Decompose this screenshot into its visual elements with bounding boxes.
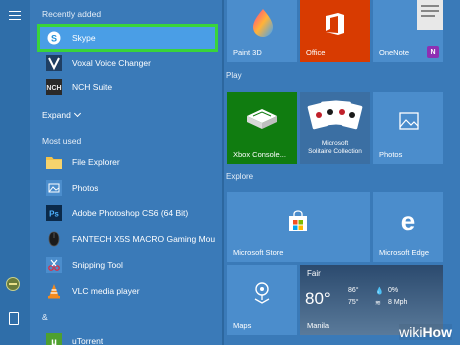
- app-item-file-explorer[interactable]: File Explorer: [40, 151, 215, 173]
- photoshop-icon: Ps: [45, 204, 63, 222]
- app-item-nch[interactable]: NCH NCH Suite: [40, 76, 215, 98]
- weather-precip: 0%: [388, 287, 399, 294]
- folder-icon: [45, 153, 63, 171]
- documents-icon[interactable]: [9, 312, 19, 325]
- app-item-voxal[interactable]: Voxal Voice Changer: [40, 52, 215, 74]
- raindrop-icon: 💧: [375, 288, 384, 295]
- wikihow-watermark: wikiHow: [399, 324, 452, 340]
- app-label: uTorrent: [72, 336, 104, 345]
- app-item-vlc[interactable]: VLC media player: [40, 280, 215, 302]
- section-recently-added: Recently added: [42, 9, 102, 19]
- app-item-snipping-tool[interactable]: Snipping Tool: [40, 254, 215, 276]
- app-label: NCH Suite: [72, 82, 113, 92]
- svg-text:NCH: NCH: [46, 85, 61, 92]
- tile-xbox[interactable]: Xbox Console...: [227, 92, 297, 164]
- photos-icon: [45, 179, 63, 197]
- app-item-fantech[interactable]: FANTECH X5S MACRO Gaming Mou...: [40, 228, 215, 250]
- tile-label: Paint 3D: [233, 48, 262, 57]
- group-play: Play: [226, 71, 242, 80]
- tile-label: OneNote: [379, 48, 410, 57]
- edge-icon: e: [401, 208, 415, 234]
- tile-label: Office: [306, 48, 326, 57]
- tile-microsoft-store[interactable]: Microsoft Store: [227, 192, 370, 262]
- voxal-icon: [45, 54, 63, 72]
- user-avatar-icon[interactable]: [6, 277, 20, 291]
- scissors-icon: [45, 256, 63, 274]
- vlc-icon: [45, 282, 63, 300]
- tile-office[interactable]: Office: [300, 0, 370, 62]
- shopping-bag-icon: [289, 210, 307, 231]
- app-label: Adobe Photoshop CS6 (64 Bit): [72, 208, 189, 218]
- nch-icon: NCH: [45, 78, 63, 96]
- tile-label-line1: Microsoft: [321, 140, 349, 147]
- map-pin-icon: [254, 282, 270, 304]
- app-label: Photos: [72, 183, 99, 193]
- svg-text:S: S: [51, 33, 57, 43]
- chevron-down-icon: [73, 109, 81, 118]
- tile-label: Xbox Console...: [233, 150, 286, 159]
- weather-low: 75°: [348, 299, 359, 306]
- section-most-used: Most used: [42, 136, 82, 146]
- group-explore: Explore: [226, 172, 254, 181]
- weather-temp: 80°: [305, 289, 331, 308]
- tile-photos[interactable]: Photos: [373, 92, 443, 164]
- svg-text:e: e: [401, 208, 415, 234]
- tile-label: Microsoft Store: [233, 248, 284, 257]
- weather-wind: 8 Mph: [388, 299, 408, 306]
- tile-label-line2: Solitaire Collection: [308, 148, 362, 155]
- app-label: Voxal Voice Changer: [72, 58, 151, 68]
- expand-label: Expand: [42, 110, 71, 120]
- app-item-utorrent[interactable]: µ uTorrent: [40, 330, 215, 345]
- left-rail: [0, 0, 30, 345]
- app-item-photos[interactable]: Photos: [40, 177, 215, 199]
- photos-icon: [399, 112, 419, 130]
- svg-text:Ps: Ps: [49, 210, 59, 219]
- svg-text:µ: µ: [51, 337, 57, 345]
- tile-microsoft-edge[interactable]: e Microsoft Edge: [373, 192, 443, 262]
- mouse-icon: [45, 230, 63, 248]
- wind-icon: ≋: [375, 300, 381, 307]
- onenote-graphic-icon: [417, 0, 443, 30]
- onenote-badge-icon: N: [427, 46, 439, 58]
- app-item-photoshop[interactable]: Ps Adobe Photoshop CS6 (64 Bit): [40, 202, 215, 224]
- app-list: Recently added S Skype Voxal Voice Chang…: [30, 0, 222, 345]
- office-icon: [326, 13, 344, 35]
- weather-city: Manila: [307, 321, 330, 330]
- app-label: FANTECH X5S MACRO Gaming Mou...: [72, 234, 215, 244]
- tile-paint3d[interactable]: Paint 3D: [227, 0, 297, 62]
- playing-cards-icon: [307, 100, 363, 130]
- tile-label: Photos: [379, 150, 403, 159]
- paint3d-icon: [253, 9, 273, 37]
- expand-button[interactable]: Expand: [42, 109, 81, 120]
- app-label: Skype: [72, 33, 96, 43]
- app-label: VLC media player: [72, 286, 140, 296]
- tile-solitaire[interactable]: Microsoft Solitaire Collection: [300, 92, 370, 164]
- section-letter: &: [42, 312, 48, 322]
- menu-icon[interactable]: [9, 11, 21, 20]
- weather-condition: Fair: [307, 269, 321, 278]
- tile-label: Maps: [233, 321, 252, 330]
- weather-high: 86°: [348, 287, 359, 294]
- tile-maps[interactable]: Maps: [227, 265, 297, 335]
- xbox-console-icon: [247, 109, 277, 129]
- utorrent-icon: µ: [45, 332, 63, 345]
- tile-label: Microsoft Edge: [379, 248, 430, 257]
- app-item-skype[interactable]: S Skype: [37, 24, 218, 52]
- panel-divider: [222, 0, 224, 345]
- tile-onenote[interactable]: OneNote N: [373, 0, 443, 62]
- skype-icon: S: [45, 29, 63, 47]
- app-label: Snipping Tool: [72, 260, 123, 270]
- app-label: File Explorer: [72, 157, 120, 167]
